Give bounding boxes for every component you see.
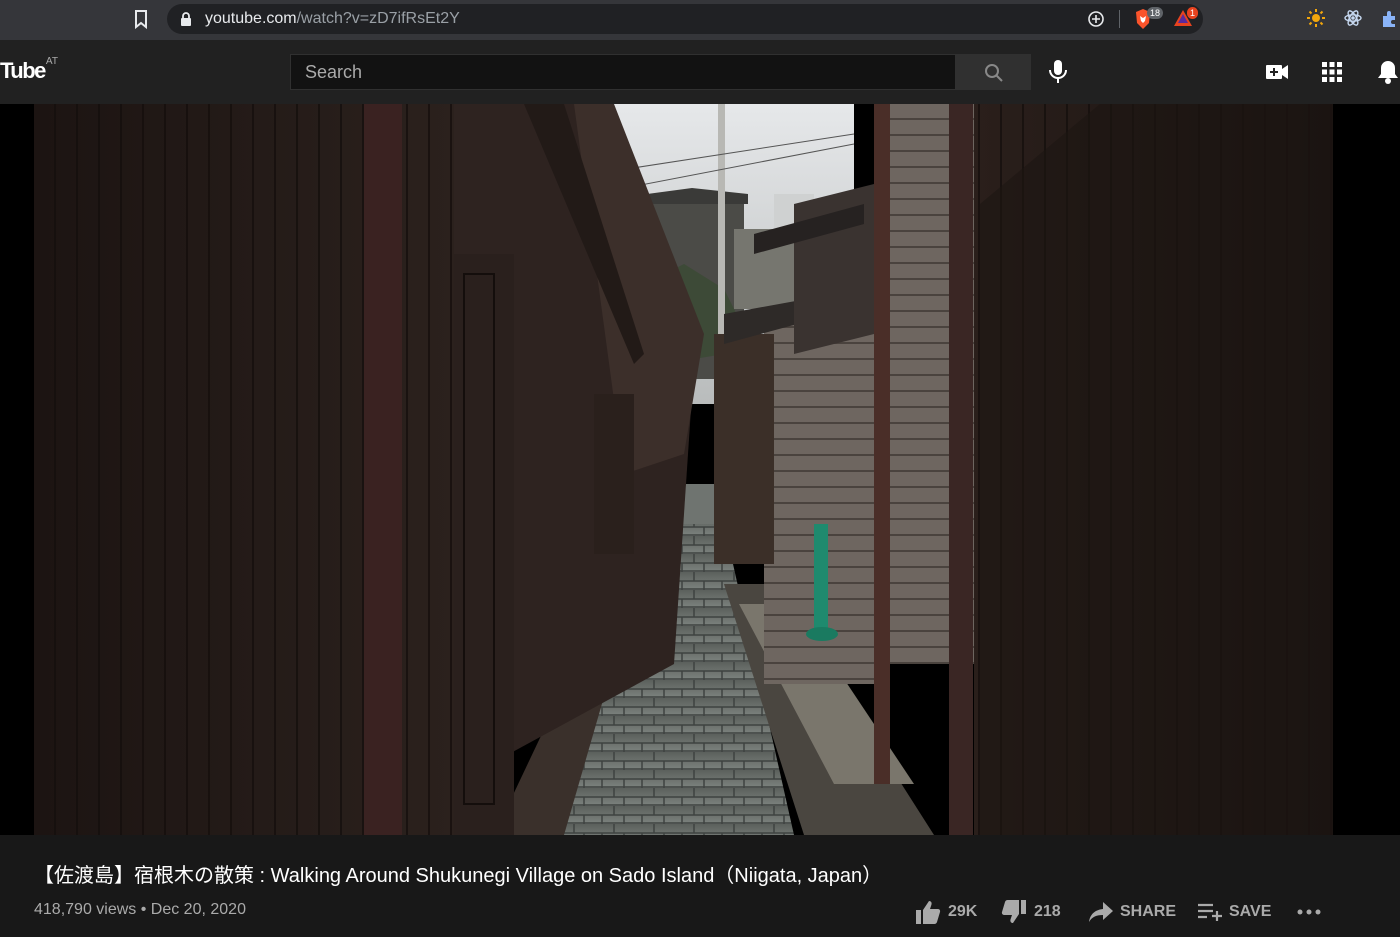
- dislike-count: 218: [1034, 903, 1061, 920]
- notifications-bell-icon[interactable]: [1377, 59, 1399, 90]
- thumbs-down-icon: [1001, 900, 1026, 923]
- more-dots-icon: [1297, 909, 1321, 915]
- video-frame[interactable]: [34, 104, 1333, 835]
- search-input[interactable]: [291, 55, 955, 89]
- lock-icon: [179, 11, 193, 32]
- url-path: /watch?v=zD7ifRsEt2Y: [296, 10, 460, 27]
- masthead: TubeAT: [0, 40, 1400, 104]
- address-bar[interactable]: youtube.com/watch?v=zD7ifRsEt2Y 18 1: [167, 4, 1203, 34]
- url-host: youtube.com: [205, 10, 297, 27]
- sun-icon[interactable]: [1306, 8, 1326, 33]
- search-box: [290, 54, 956, 90]
- video-player[interactable]: [0, 104, 1400, 835]
- thumbs-up-icon: [916, 901, 941, 924]
- browser-toolbar: youtube.com/watch?v=zD7ifRsEt2Y 18 1: [0, 0, 1400, 40]
- atom-icon[interactable]: [1343, 8, 1363, 33]
- shields-count-badge: 18: [1147, 7, 1164, 19]
- microphone-icon[interactable]: [1047, 59, 1069, 90]
- search-icon: [985, 64, 1003, 82]
- video-thumbnail-alley: [34, 104, 1333, 835]
- share-label: SHARE: [1120, 903, 1177, 920]
- like-button[interactable]: 29K: [914, 898, 977, 926]
- puzzle-icon[interactable]: [1380, 8, 1400, 33]
- save-label: SAVE: [1229, 903, 1272, 920]
- url-text[interactable]: youtube.com/watch?v=zD7ifRsEt2Y: [205, 10, 460, 28]
- save-button[interactable]: SAVE: [1197, 898, 1271, 926]
- zoom-plus-icon[interactable]: [1087, 10, 1105, 33]
- search-button[interactable]: [956, 54, 1031, 90]
- rewards-count-badge: 1: [1187, 7, 1199, 19]
- bookmark-icon[interactable]: [130, 8, 152, 30]
- divider: [1119, 10, 1120, 28]
- youtube-logo[interactable]: TubeAT: [0, 56, 58, 84]
- video-views-date: 418,790 views • Dec 20, 2020: [34, 901, 246, 918]
- like-count: 29K: [948, 903, 978, 920]
- apps-grid-icon[interactable]: [1321, 61, 1343, 88]
- video-title: 【佐渡島】宿根木の散策 : Walking Around Shukunegi V…: [34, 865, 883, 887]
- country-code: AT: [45, 56, 58, 67]
- playlist-add-icon: [1198, 903, 1222, 921]
- create-video-icon[interactable]: [1265, 61, 1289, 88]
- dislike-button[interactable]: 218: [1000, 898, 1061, 926]
- share-button[interactable]: SHARE: [1088, 898, 1176, 926]
- logo-text: Tube: [0, 58, 46, 83]
- share-arrow-icon: [1089, 902, 1113, 922]
- more-actions-button[interactable]: [1296, 898, 1322, 926]
